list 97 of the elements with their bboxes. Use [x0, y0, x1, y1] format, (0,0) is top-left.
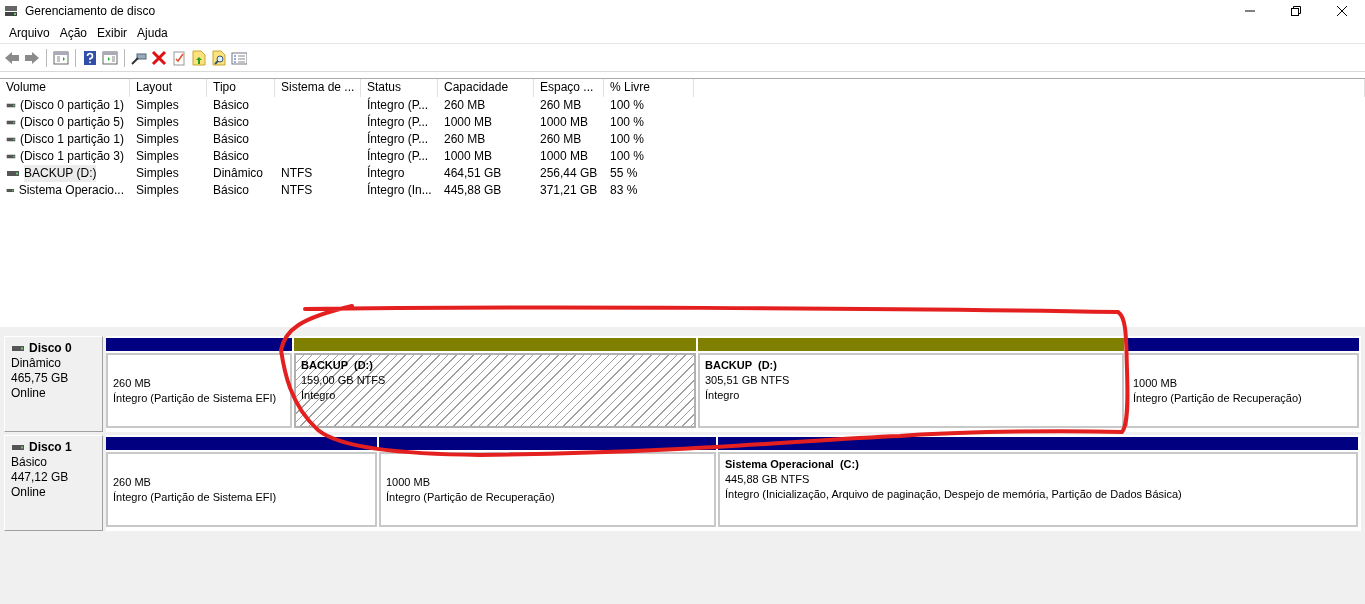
table-cell: Íntegro (P... — [367, 98, 429, 112]
table-cell: 260 MB — [540, 132, 582, 146]
volume-name[interactable]: BACKUP (D:) — [24, 165, 97, 182]
partition-block[interactable]: 1000 MB Íntegro (Partição de Recuperação) — [1126, 353, 1359, 428]
table-cell: Dinâmico — [213, 166, 263, 180]
partition-size: 305,51 GB NTFS — [705, 373, 791, 388]
partition-block[interactable]: 260 MB Íntegro (Partição de Sistema EFI) — [106, 353, 292, 428]
partition-name: Sistema Operacional (C:) — [725, 457, 860, 472]
volume-name[interactable]: (Disco 1 partição 3) — [19, 148, 124, 165]
volume-name[interactable]: (Disco 0 partição 1) — [19, 97, 124, 114]
menu-item[interactable]: Ação — [54, 22, 93, 43]
partition-status: Íntegro — [705, 388, 741, 403]
delete-icon[interactable] — [151, 49, 167, 66]
table-cell: 371,21 GB — [540, 183, 598, 197]
partition-name: BACKUP (D:) — [301, 358, 374, 373]
disk-size: 465,75 GB — [11, 371, 70, 386]
folder-up-arrow-icon[interactable] — [191, 49, 207, 66]
disk-type: Dinâmico — [11, 356, 62, 371]
table-cell: Íntegro (P... — [367, 132, 429, 146]
table-cell: Básico — [213, 183, 250, 197]
table-cell: 1000 MB — [444, 115, 493, 129]
restore-icon — [1291, 6, 1301, 16]
table-cell: Simples — [136, 98, 179, 112]
table-cell: 100 % — [610, 132, 645, 146]
partition-size: 445,88 GB NTFS — [725, 472, 811, 487]
disk-label-panel[interactable]: Disco 0 Dinâmico 465,75 GB Online — [4, 336, 103, 432]
table-cell: 100 % — [610, 98, 645, 112]
disk-status: Online — [11, 485, 47, 500]
partition-status: Íntegro (Partição de Sistema EFI) — [113, 489, 278, 505]
partition-block[interactable]: BACKUP (D:) 159,00 GB NTFS Íntegro — [294, 353, 696, 428]
menu-item[interactable]: Ajuda — [132, 22, 173, 43]
partition-block[interactable]: BACKUP (D:) 305,51 GB NTFS Íntegro — [698, 353, 1124, 428]
table-cell: 260 MB — [540, 98, 582, 112]
table-cell: Básico — [213, 115, 250, 129]
partition-block[interactable]: 260 MB Íntegro (Partição de Sistema EFI) — [106, 452, 377, 527]
disk-status: Online — [11, 386, 47, 401]
partition-size: 260 MB — [113, 474, 152, 490]
disk-name: Disco 1 — [29, 440, 72, 455]
drive-icon — [6, 168, 20, 179]
table-cell: Íntegro (P... — [367, 149, 429, 163]
table-cell: 445,88 GB — [444, 183, 502, 197]
table-cell: 100 % — [610, 115, 645, 129]
volume-name[interactable]: Sistema Operacio... — [18, 182, 124, 199]
close-icon — [1337, 6, 1347, 16]
disk-type: Básico — [11, 455, 49, 470]
table-cell: Íntegro (P... — [367, 115, 429, 129]
table-cell: 464,51 GB — [444, 166, 502, 180]
table-cell: Simples — [136, 115, 179, 129]
partition-size: 1000 MB — [1133, 375, 1179, 391]
disk-label-panel[interactable]: Disco 1 Básico 447,12 GB Online — [4, 435, 103, 531]
partition-status: Íntegro — [301, 388, 337, 403]
partition-block[interactable]: 1000 MB Íntegro (Partição de Recuperação) — [379, 452, 716, 527]
partition-status: Íntegro (Partição de Recuperação) — [386, 489, 556, 505]
volume-name[interactable]: (Disco 1 partição 1) — [19, 131, 124, 148]
table-cell: 55 % — [610, 166, 638, 180]
menu-item[interactable]: Arquivo — [4, 22, 55, 43]
help-icon[interactable] — [82, 49, 98, 66]
table-cell: Básico — [213, 149, 250, 163]
table-cell: 83 % — [610, 183, 638, 197]
back-arrow-icon[interactable] — [4, 49, 20, 66]
partition-size: 159,00 GB NTFS — [301, 373, 387, 388]
partition-name: BACKUP (D:) — [705, 358, 778, 373]
app-icon — [3, 3, 19, 19]
table-cell: Simples — [136, 149, 179, 163]
table-cell: Básico — [213, 98, 250, 112]
checklist-icon[interactable] — [171, 49, 187, 66]
forward-arrow-icon[interactable] — [24, 49, 40, 66]
console-tree-icon[interactable] — [53, 49, 69, 66]
table-cell: 260 MB — [444, 132, 486, 146]
partition-size: 1000 MB — [386, 474, 432, 490]
table-cell: Simples — [136, 166, 179, 180]
menu-item[interactable]: Exibir — [92, 22, 133, 43]
table-cell: 260 MB — [444, 98, 486, 112]
partition-status: Íntegro (Partição de Sistema EFI) — [113, 390, 278, 406]
window-title: Gerenciamento de disco — [25, 3, 156, 20]
table-cell: 100 % — [610, 149, 645, 163]
drive-icon — [11, 442, 25, 453]
disk-size: 447,12 GB — [11, 470, 70, 485]
table-cell: 1000 MB — [444, 149, 493, 163]
partition-status: Íntegro (Inicialização, Arquivo de paginação, Despejo de memória, Partição de Dados Básica) — [725, 487, 1183, 502]
partition-size: 260 MB — [113, 375, 152, 391]
table-cell: NTFS — [281, 166, 313, 180]
table-cell: Íntegro — [367, 166, 405, 180]
table-cell: 256,44 GB — [540, 166, 598, 180]
folder-magnifier-icon[interactable] — [211, 49, 227, 66]
table-cell: Íntegro (In... — [367, 183, 432, 197]
partition-status: Íntegro (Partição de Recuperação) — [1133, 390, 1303, 406]
disk-name: Disco 0 — [29, 341, 72, 356]
volume-name[interactable]: (Disco 0 partição 5) — [19, 114, 124, 131]
partition-block[interactable]: Sistema Operacional (C:) 445,88 GB NTFS Íntegro (Inicialização, Arquivo de paginação, Despejo de memória, Partição de Dados Básica) — [718, 452, 1358, 527]
drive-icon — [11, 343, 25, 354]
table-cell: Básico — [213, 132, 250, 146]
table-cell: Simples — [136, 132, 179, 146]
table-cell: Simples — [136, 183, 179, 197]
table-cell: 1000 MB — [540, 115, 589, 129]
table-cell: 1000 MB — [540, 149, 589, 163]
table-cell: NTFS — [281, 183, 313, 197]
